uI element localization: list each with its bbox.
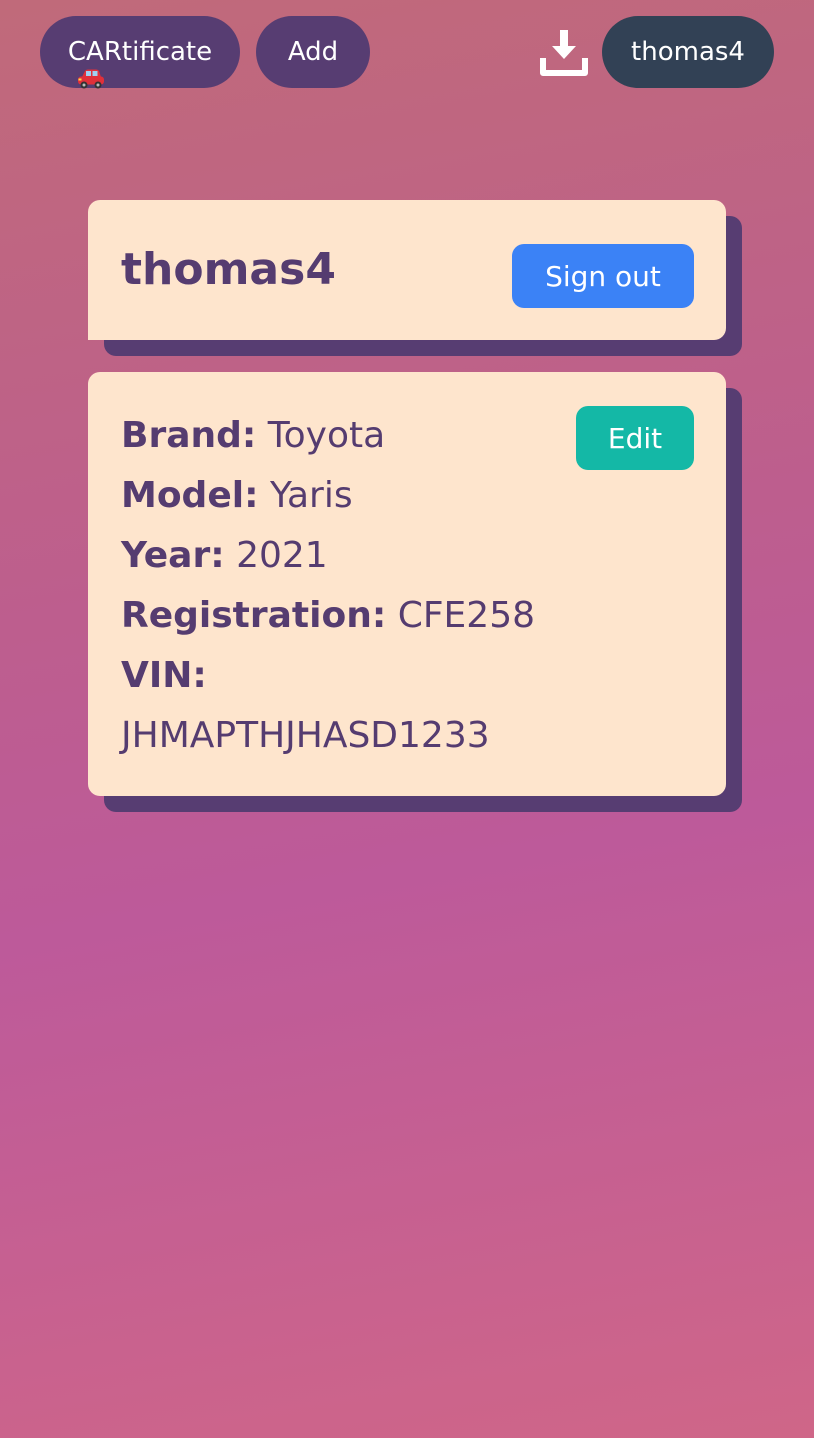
year-value: 2021 <box>236 535 328 576</box>
brand-field: Brand: Toyota <box>121 406 385 466</box>
brand-home-button[interactable]: CARtificate <box>40 16 240 89</box>
user-menu-button[interactable]: thomas4 <box>602 16 774 88</box>
registration-field: Registration: CFE258 <box>121 586 535 646</box>
profile-username: thomas4 <box>121 244 336 295</box>
edit-button[interactable]: Edit <box>576 406 694 470</box>
registration-label: Registration: <box>121 595 387 636</box>
sign-out-label: Sign out <box>545 259 661 293</box>
vin-label: VIN: <box>121 655 207 696</box>
vin-field: VIN: <box>121 646 207 706</box>
add-label: Add <box>287 37 339 67</box>
brand-value: Toyota <box>267 415 386 456</box>
car-card-body: Edit Brand: Toyota Model: Yaris Year: 20… <box>88 372 726 796</box>
sign-out-button[interactable]: Sign out <box>512 244 694 308</box>
brand-label: Brand: <box>121 415 257 456</box>
add-button[interactable]: Add <box>256 16 370 88</box>
download-icon[interactable] <box>540 28 588 76</box>
year-label: Year: <box>121 535 225 576</box>
edit-label: Edit <box>607 421 663 455</box>
model-label: Model: <box>121 475 259 516</box>
registration-value: CFE258 <box>397 595 536 636</box>
year-field: Year: 2021 <box>121 526 328 586</box>
car-icon <box>78 69 104 89</box>
profile-card-body: thomas4 Sign out <box>88 200 726 340</box>
brand-label: CARtificate <box>67 37 213 67</box>
model-value: Yaris <box>269 475 353 516</box>
user-label: thomas4 <box>631 37 745 67</box>
vin-value: JHMAPTHJHASD1233 <box>121 715 490 756</box>
model-field: Model: Yaris <box>121 466 353 526</box>
